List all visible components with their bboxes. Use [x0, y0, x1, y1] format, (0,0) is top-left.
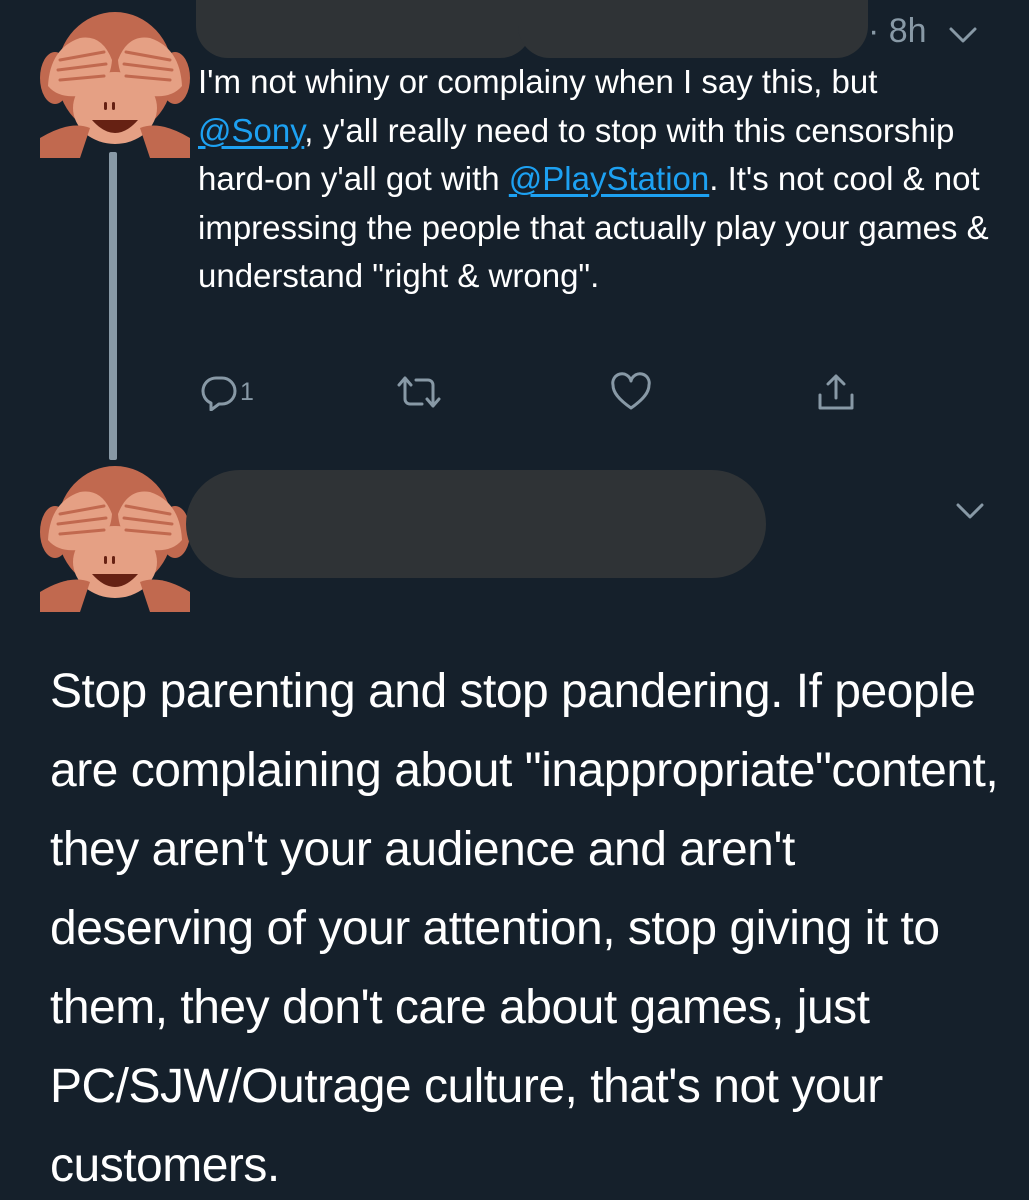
retweet-icon — [397, 376, 441, 408]
thread-connector-line — [109, 152, 117, 460]
share-icon — [818, 374, 854, 410]
tweet-thread: · 8h I'm not whiny or complainy when I s… — [0, 0, 1029, 1200]
see-no-evil-monkey-icon — [40, 12, 190, 158]
chevron-down-icon[interactable] — [948, 24, 978, 46]
mention-link-sony[interactable]: @Sony — [198, 112, 304, 149]
heart-icon — [611, 372, 651, 410]
redacted-account-name — [186, 470, 766, 578]
redacted-display-name — [196, 0, 532, 58]
reply-count: 1 — [240, 377, 254, 406]
share-button[interactable] — [815, 370, 857, 414]
tweet-timestamp[interactable]: · 8h — [868, 12, 927, 51]
mention-link-playstation[interactable]: @PlayStation — [509, 160, 709, 197]
reply-button[interactable]: 1 — [200, 370, 254, 414]
tweet-text: I'm not whiny or complainy when I say th… — [198, 63, 887, 100]
tweet-body: I'm not whiny or complainy when I say th… — [198, 58, 998, 301]
chevron-down-icon[interactable] — [955, 500, 985, 522]
redacted-username — [518, 0, 868, 58]
retweet-button[interactable] — [396, 370, 442, 414]
see-no-evil-monkey-icon — [40, 466, 190, 612]
avatar[interactable] — [40, 462, 190, 612]
avatar[interactable] — [40, 8, 190, 158]
like-button[interactable] — [610, 370, 652, 414]
reply-icon — [201, 376, 237, 411]
tweet-body-focused: Stop parenting and stop pandering. If pe… — [50, 665, 999, 1192]
